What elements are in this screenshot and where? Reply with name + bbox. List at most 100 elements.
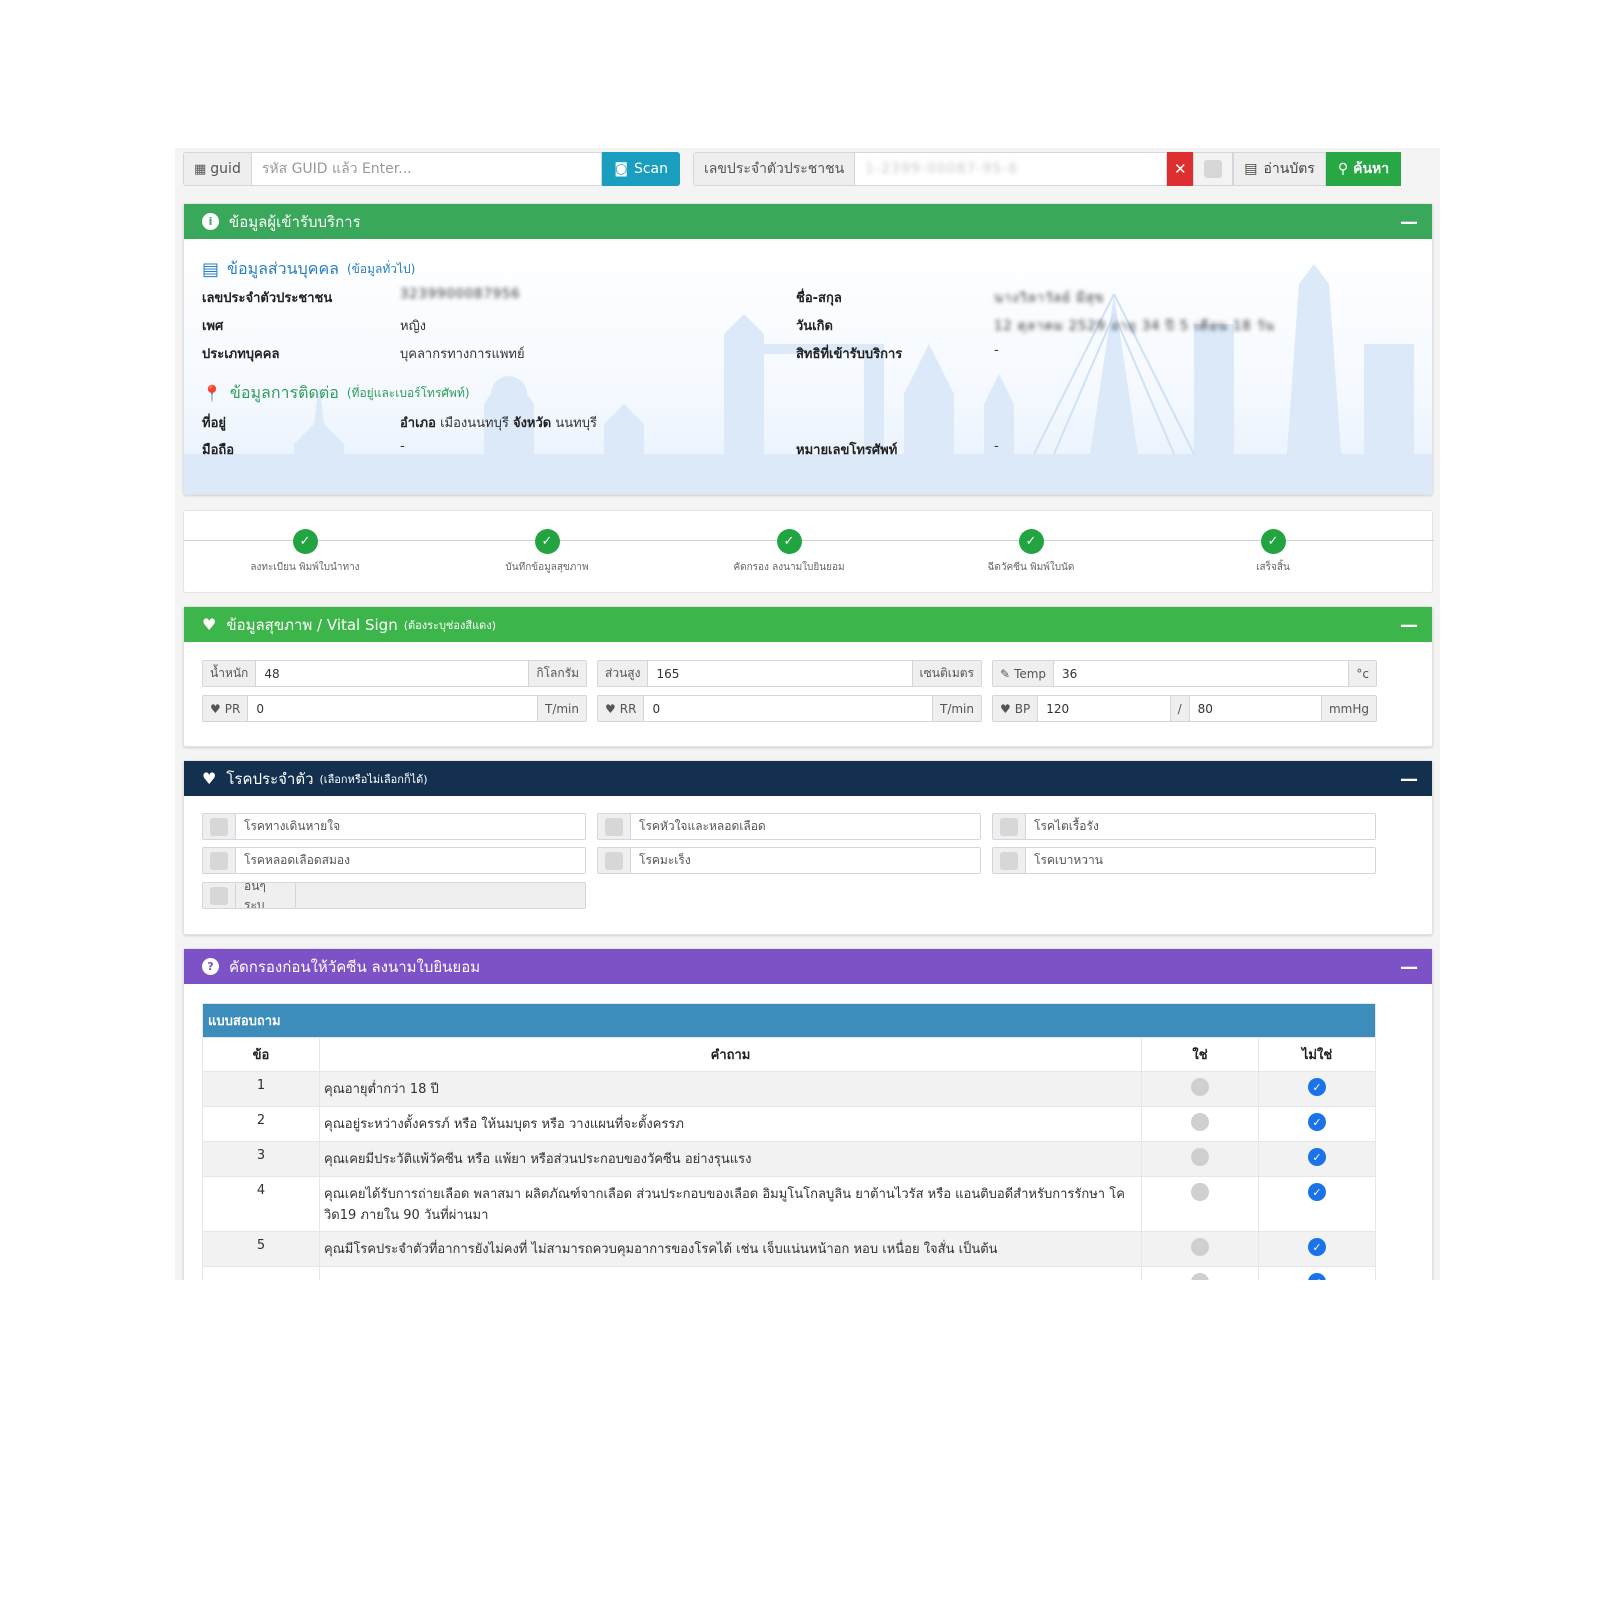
thermometer-icon: ✎: [1000, 666, 1011, 681]
info-icon: i: [202, 213, 219, 230]
yes-radio[interactable]: [1191, 1148, 1209, 1166]
scan-label: Scan: [633, 161, 668, 177]
contact-subtitle: (ที่อยู่และเบอร์โทรศัพท์): [346, 386, 470, 400]
disease-label: โรคไตเรื้อรัง: [1026, 814, 1375, 839]
read-card-button[interactable]: ▤ อ่านบัตร: [1233, 152, 1326, 186]
rr-group: ♥ RR 0 T/min: [597, 695, 982, 722]
birthdate-label: วันเกิด: [796, 319, 833, 334]
height-label: ส่วนสูง: [598, 661, 649, 686]
search-bar: ▦ guid รหัส GUID แล้ว Enter... ◙ Scan เล…: [183, 152, 1433, 186]
vital-title: ข้อมูลสุขภาพ / Vital Sign: [226, 615, 398, 634]
yes-cell: [1141, 1141, 1259, 1177]
questionnaire-table: แบบสอบถาม ข้อ คำถาม ใช่ ไม่ใช่ 1 คุณอายุ…: [202, 1003, 1376, 1280]
yes-cell: [1141, 1231, 1259, 1267]
no-cell: ✓: [1258, 1266, 1376, 1280]
personal-subtitle: (ข้อมูลทั่วไป): [346, 262, 416, 276]
rights-value: -: [994, 343, 999, 358]
row-number: 2: [202, 1106, 320, 1142]
close-icon: ✕: [1173, 160, 1187, 178]
no-radio-checked[interactable]: ✓: [1308, 1238, 1326, 1256]
weight-input[interactable]: 48: [256, 661, 529, 686]
row-number: 4: [202, 1176, 320, 1232]
id-card-icon: ▤: [202, 259, 220, 280]
no-radio-checked[interactable]: ✓: [1308, 1078, 1326, 1096]
yes-radio[interactable]: [1191, 1183, 1209, 1201]
disease-item: โรคไตเรื้อรัง: [992, 813, 1376, 840]
progress-steps: ✓ ลงทะเบียน พิมพ์ใบนำทาง ✓ บันทึกข้อมูลส…: [183, 510, 1434, 593]
gender-label: เพศ: [202, 319, 224, 334]
vital-subtitle: (ต้องระบุช่องสีแดง): [403, 618, 496, 632]
disease-other-input[interactable]: [296, 883, 585, 908]
collapse-button[interactable]: —: [1400, 957, 1418, 978]
row-question: [319, 1266, 1142, 1280]
mobile-value: -: [400, 439, 405, 454]
row-question: คุณอยู่ระหว่างตั้งครรภ์ หรือ ให้นมบุตร ห…: [319, 1106, 1142, 1142]
weight-group: น้ำหนัก 48 กิโลกรัม: [202, 660, 587, 687]
rr-label: RR: [619, 701, 637, 716]
province-value: นนทบุรี: [555, 416, 597, 431]
yes-radio[interactable]: [1191, 1238, 1209, 1256]
no-radio-checked[interactable]: ✓: [1308, 1113, 1326, 1131]
disease-checkbox-addon: [598, 814, 631, 839]
fullname-label: ชื่อ-สกุล: [796, 291, 842, 306]
check-icon: ✓: [534, 529, 560, 554]
disease-other-checkbox[interactable]: [210, 886, 228, 905]
citizen-input[interactable]: 1-2399-00087-95-6: [855, 152, 1168, 186]
height-group: ส่วนสูง 165 เซนติเมตร: [597, 660, 982, 687]
camera-icon: ◙: [614, 161, 628, 177]
disease-checkbox-addon: [993, 814, 1026, 839]
disease-checkbox[interactable]: [1000, 817, 1018, 836]
disease-checkbox[interactable]: [210, 851, 228, 870]
search-icon: ⚲: [1337, 161, 1349, 177]
gender-value: หญิง: [400, 319, 426, 334]
temp-label: Temp: [1014, 666, 1047, 681]
disease-label: โรคหลอดเลือดสมอง: [236, 848, 585, 873]
bp-systolic-input[interactable]: 120: [1038, 696, 1170, 721]
pr-input[interactable]: 0: [248, 696, 537, 721]
search-button[interactable]: ⚲ ค้นหา: [1325, 152, 1402, 186]
header-no-answer: ไม่ใช่: [1258, 1037, 1376, 1072]
yes-cell: [1141, 1071, 1259, 1107]
table-row: 2 คุณอยู่ระหว่างตั้งครรภ์ หรือ ให้นมบุตร…: [202, 1106, 1376, 1142]
pr-addon: ♥ PR: [203, 696, 249, 721]
personal-title: ข้อมูลส่วนบุคคล: [227, 259, 339, 278]
phone-value: -: [994, 439, 999, 454]
row-number: 1: [202, 1071, 320, 1107]
step-2: ✓ บันทึกข้อมูลสุขภาพ: [427, 529, 667, 575]
district-value: เมืองนนทบุรี: [440, 416, 509, 431]
scan-button[interactable]: ◙ Scan: [602, 152, 680, 186]
rr-input[interactable]: 0: [644, 696, 932, 721]
no-cell: ✓: [1258, 1106, 1376, 1142]
pr-group: ♥ PR 0 T/min: [202, 695, 587, 722]
temp-input[interactable]: 36: [1054, 661, 1349, 686]
collapse-button[interactable]: —: [1400, 769, 1418, 790]
collapse-button[interactable]: —: [1400, 615, 1418, 636]
rr-unit: T/min: [931, 696, 981, 721]
disease-checkbox[interactable]: [1000, 851, 1018, 870]
bp-unit: mmHg: [1320, 696, 1376, 721]
yes-radio[interactable]: [1191, 1078, 1209, 1096]
clear-button[interactable]: ✕: [1167, 152, 1194, 186]
question-icon: ?: [202, 958, 219, 975]
row-question: คุณมีโรคประจำตัวที่อาการยังไม่คงที่ ไม่ส…: [319, 1231, 1142, 1267]
app-viewport: ▦ guid รหัส GUID แล้ว Enter... ◙ Scan เล…: [175, 148, 1440, 1280]
disease-checkbox[interactable]: [210, 817, 228, 836]
check-icon: ✓: [1260, 529, 1286, 554]
bp-addon: ♥ BP: [993, 696, 1039, 721]
disease-checkbox[interactable]: [605, 851, 623, 870]
yes-radio[interactable]: [1191, 1113, 1209, 1131]
no-radio-checked[interactable]: ✓: [1308, 1273, 1326, 1280]
temp-addon: ✎ Temp: [993, 661, 1055, 686]
collapse-button[interactable]: —: [1400, 212, 1418, 233]
height-input[interactable]: 165: [648, 661, 912, 686]
guid-input[interactable]: รหัส GUID แล้ว Enter...: [251, 152, 603, 186]
yes-radio[interactable]: [1191, 1273, 1209, 1280]
disease-checkbox[interactable]: [605, 817, 623, 836]
card-checkbox[interactable]: [1204, 160, 1223, 178]
step-5-label: เสร็จสิ้น: [1256, 562, 1290, 573]
no-radio-checked[interactable]: ✓: [1308, 1148, 1326, 1166]
step-3-label: คัดกรอง ลงนามใบยินยอม: [733, 562, 845, 573]
no-radio-checked[interactable]: ✓: [1308, 1183, 1326, 1201]
bp-diastolic-input[interactable]: 80: [1189, 696, 1321, 721]
header-yes: ใช่: [1141, 1037, 1259, 1072]
